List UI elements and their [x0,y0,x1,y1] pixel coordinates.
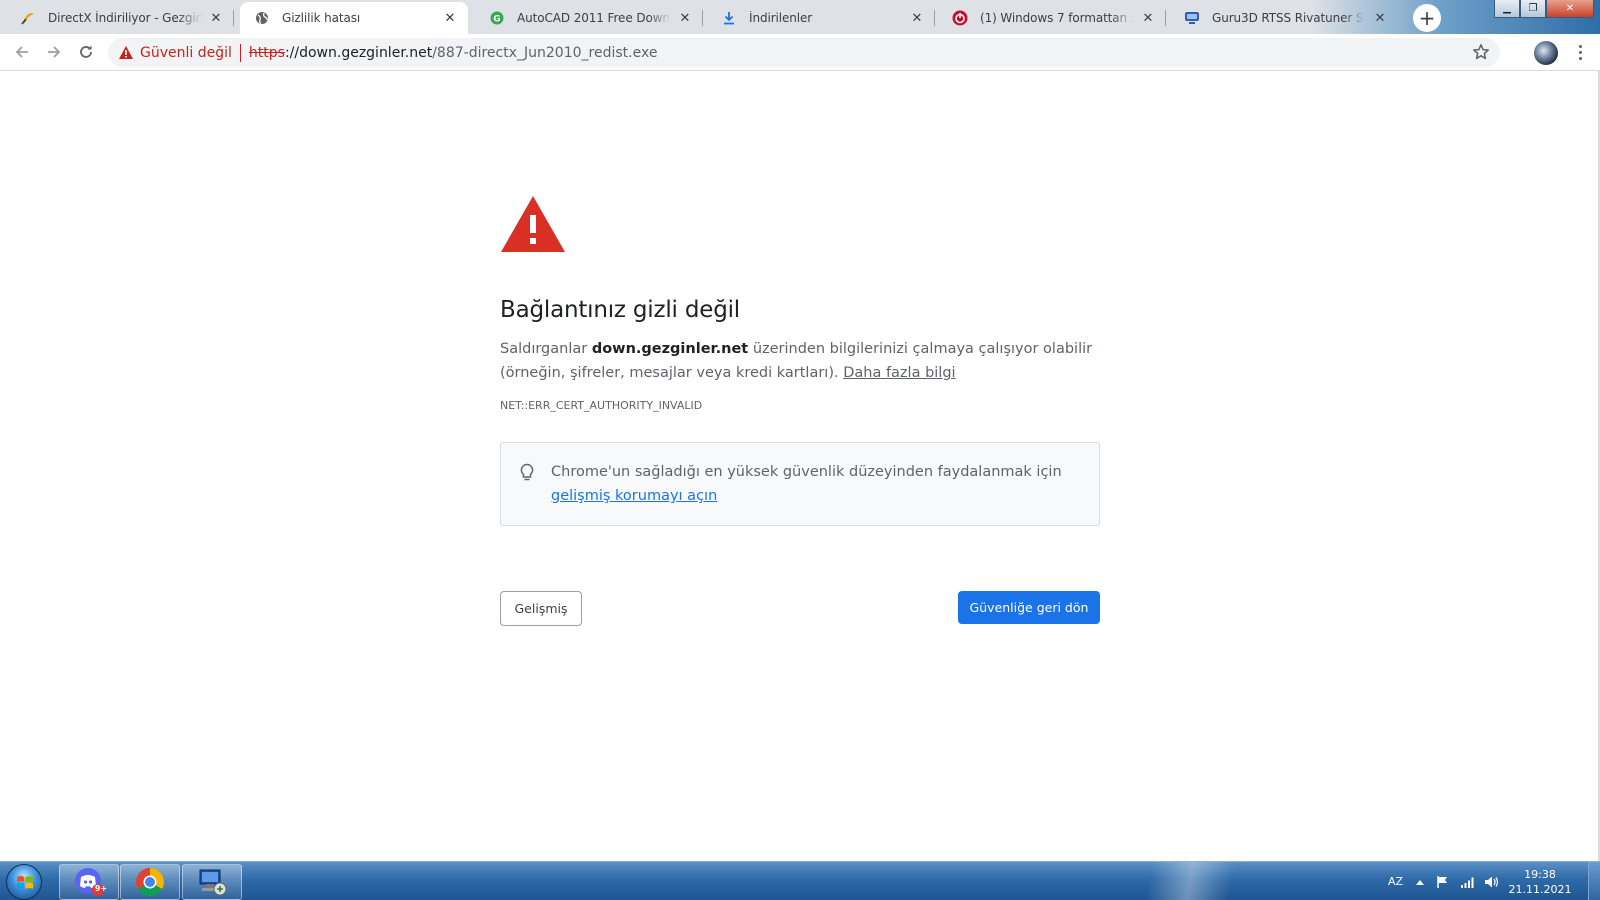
minimize-window-button[interactable]: ▁ [1494,0,1520,18]
profile-avatar[interactable] [1534,41,1558,65]
taskbar-network-app[interactable] [182,864,242,900]
url-path: /887-directx_Jun2010_redist.exe [432,44,658,61]
tab-strip: DirectX İndiriliyor - Gezginler ✕ Gizlil… [0,0,1600,34]
new-tab-button[interactable]: + [1413,4,1441,32]
tab-title: Guru3D RTSS Rivatuner Statistic [1212,11,1366,25]
close-window-button[interactable]: ✕ [1546,0,1594,18]
system-clock[interactable]: 19:38 21.11.2021 [1500,867,1580,897]
site-green-icon: G [489,10,505,26]
address-bar[interactable]: Güvenli değil https://down.gezginler.net… [108,38,1500,67]
back-to-safety-button[interactable]: Güvenliğe geri dön [958,591,1100,624]
url-host: ://down.gezginler.net [284,44,433,61]
windows-logo-icon [17,876,33,889]
enhanced-protection-box: Chrome'un sağladığı en yüksek güvenlik d… [500,442,1100,526]
site-red-icon [952,10,968,26]
close-icon[interactable]: ✕ [1372,10,1388,26]
globe-icon [254,10,270,26]
show-hidden-icons-button[interactable] [1415,862,1425,900]
close-icon[interactable]: ✕ [1140,10,1156,26]
show-desktop-button[interactable] [1588,862,1600,900]
interstitial-content: Bağlantınız gizli değil Saldırganlar dow… [500,195,1100,526]
back-button[interactable] [10,40,34,64]
chevron-up-icon [1416,879,1424,885]
reload-icon [80,45,92,58]
error-explanation: Saldırganlar down.gezginler.net üzerinde… [500,337,1100,385]
taskbar-discord[interactable]: 9+ [59,864,119,900]
explanation-prefix: Saldırganlar [500,341,592,357]
forward-button[interactable] [42,40,66,64]
monitor-icon [1184,10,1200,26]
action-center-icon[interactable] [1436,862,1450,900]
tab-guru3d[interactable]: Guru3D RTSS Rivatuner Statistic ✕ [1170,2,1398,34]
tab-title: DirectX İndiriliyor - Gezginler [48,11,202,25]
enhanced-protection-text: Chrome'un sağladığı en yüksek güvenlik d… [551,464,1062,480]
tab-title: (1) Windows 7 formattan sonra [980,11,1134,25]
tab-title: Gizlilik hatası [282,11,361,25]
explanation-host: down.gezginler.net [591,341,749,357]
volume-icon[interactable] [1484,862,1500,900]
close-icon[interactable]: ✕ [442,10,458,26]
tab-directx[interactable]: DirectX İndiriliyor - Gezginler ✕ [6,2,234,34]
warning-triangle-icon [501,196,565,252]
network-icon[interactable] [1460,862,1476,900]
learn-more-link[interactable]: Daha fazla bilgi [843,365,955,381]
remote-desktop-icon [199,869,227,896]
arrow-right-icon [48,46,61,58]
clock-time: 19:38 [1524,868,1556,881]
bookmark-star-icon[interactable] [1472,43,1490,61]
download-icon [721,10,737,26]
taskbar-chrome[interactable] [120,864,180,900]
gezginler-icon [20,10,36,26]
chrome-menu-button[interactable] [1568,40,1592,64]
tab-title: AutoCAD 2011 Free Download F [517,11,671,25]
chrome-icon [136,868,164,896]
security-status-label[interactable]: Güvenli değil [140,45,232,61]
tab-windows7[interactable]: (1) Windows 7 formattan sonra ✕ [938,2,1166,34]
warning-icon[interactable] [118,45,134,60]
tab-privacy-error[interactable]: Gizlilik hatası ✕ [240,2,468,34]
browser-toolbar: Güvenli değil https://down.gezginler.net… [0,34,1600,71]
discord-badge: 9+ [94,884,108,893]
arrow-left-icon [15,46,28,58]
clock-date: 21.11.2021 [1508,883,1572,896]
start-button[interactable] [6,864,42,900]
tab-downloads[interactable]: İndirilenler ✕ [707,2,935,34]
url-scheme: https [248,44,285,61]
close-icon[interactable]: ✕ [909,10,925,26]
advanced-button[interactable]: Gelişmiş [500,591,582,626]
language-indicator[interactable]: AZ [1388,862,1403,900]
maximize-window-button[interactable]: ❐ [1520,0,1546,18]
close-icon[interactable]: ✕ [208,10,224,26]
svg-text:G: G [493,15,500,25]
windows-taskbar: 9+ AZ 19:38 21.11.2021 [0,861,1600,900]
close-icon[interactable]: ✕ [677,10,693,26]
page-title: Bağlantınız gizli değil [500,297,740,323]
tab-autocad[interactable]: G AutoCAD 2011 Free Download F ✕ [475,2,703,34]
lightbulb-icon [520,463,534,481]
reload-button[interactable] [74,40,98,64]
error-code: NET::ERR_CERT_AUTHORITY_INVALID [500,399,703,412]
tab-title: İndirilenler [749,11,813,25]
enhanced-protection-link[interactable]: gelişmiş korumayı açın [551,488,717,504]
